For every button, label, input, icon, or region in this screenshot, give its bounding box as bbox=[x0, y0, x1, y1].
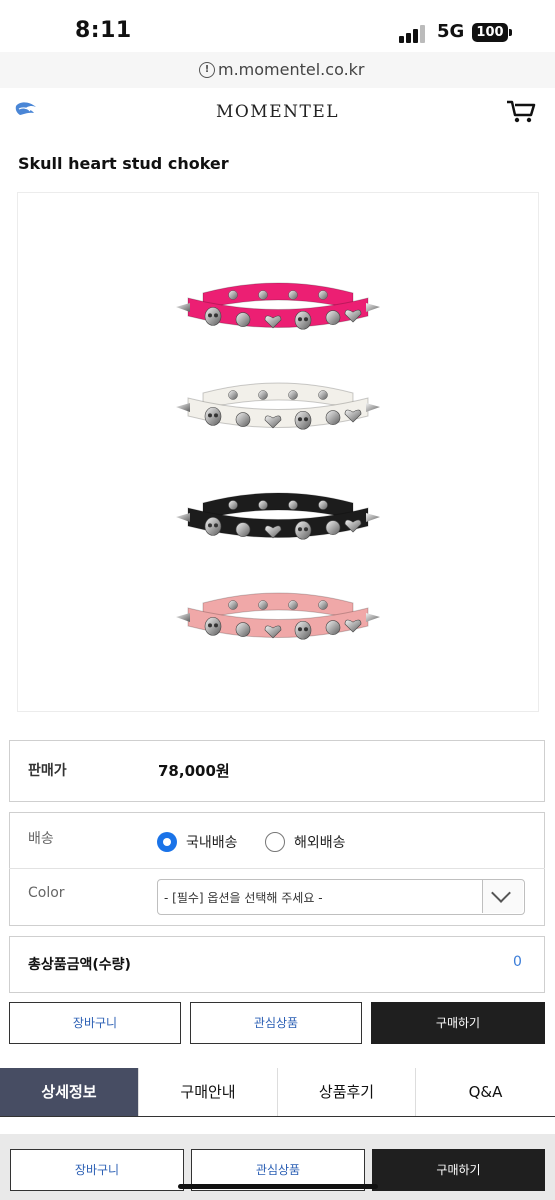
choker-1 bbox=[176, 282, 380, 330]
overseas-shipping-label[interactable]: 해외배송 bbox=[294, 832, 346, 852]
domestic-shipping-radio[interactable] bbox=[157, 832, 177, 852]
tab-reviews[interactable]: 상품후기 bbox=[277, 1068, 415, 1116]
choker-3 bbox=[176, 492, 380, 540]
product-title: Skull heart stud choker bbox=[18, 154, 229, 173]
total-value: 0 bbox=[513, 954, 522, 970]
tab-details[interactable]: 상세정보 bbox=[0, 1068, 138, 1116]
overseas-shipping-radio[interactable] bbox=[265, 832, 285, 852]
wishlist-button[interactable]: 관심상품 bbox=[190, 1002, 362, 1044]
battery-cap bbox=[509, 29, 512, 36]
tab-qna[interactable]: Q&A bbox=[415, 1068, 555, 1116]
chokers-illustration bbox=[176, 282, 380, 640]
tab-purchase-guide[interactable]: 구매안내 bbox=[138, 1068, 277, 1116]
info-icon[interactable]: ! bbox=[199, 62, 215, 78]
options-divider bbox=[9, 868, 545, 869]
price-row bbox=[9, 740, 545, 802]
add-to-cart-button[interactable]: 장바구니 bbox=[9, 1002, 181, 1044]
buy-now-button[interactable]: 구매하기 bbox=[371, 1002, 545, 1044]
sticky-buy-button[interactable]: 구매하기 bbox=[372, 1149, 545, 1191]
color-label: Color bbox=[28, 885, 65, 901]
signal-icon bbox=[399, 25, 429, 43]
shipping-label: 배송 bbox=[28, 831, 54, 847]
total-label: 총상품금액(수량) bbox=[28, 957, 131, 973]
choker-4 bbox=[176, 592, 380, 640]
choker-2 bbox=[176, 382, 380, 430]
domestic-shipping-label[interactable]: 국내배송 bbox=[186, 832, 238, 852]
url-text[interactable]: m.momentel.co.kr bbox=[218, 60, 365, 79]
price-label: 판매가 bbox=[28, 763, 67, 779]
product-image[interactable] bbox=[17, 192, 539, 712]
cart-icon[interactable] bbox=[506, 98, 536, 124]
battery-icon: 100 bbox=[472, 23, 508, 42]
network-type: 5G bbox=[437, 21, 465, 42]
home-indicator bbox=[178, 1184, 378, 1189]
brand-logo[interactable]: MOMENTEL bbox=[0, 102, 555, 122]
sticky-cart-button[interactable]: 장바구니 bbox=[10, 1149, 184, 1191]
status-time: 8:11 bbox=[75, 18, 132, 43]
color-select-value[interactable]: - [필수] 옵션을 선택해 주세요 - bbox=[164, 889, 323, 906]
price-value: 78,000원 bbox=[158, 762, 230, 780]
